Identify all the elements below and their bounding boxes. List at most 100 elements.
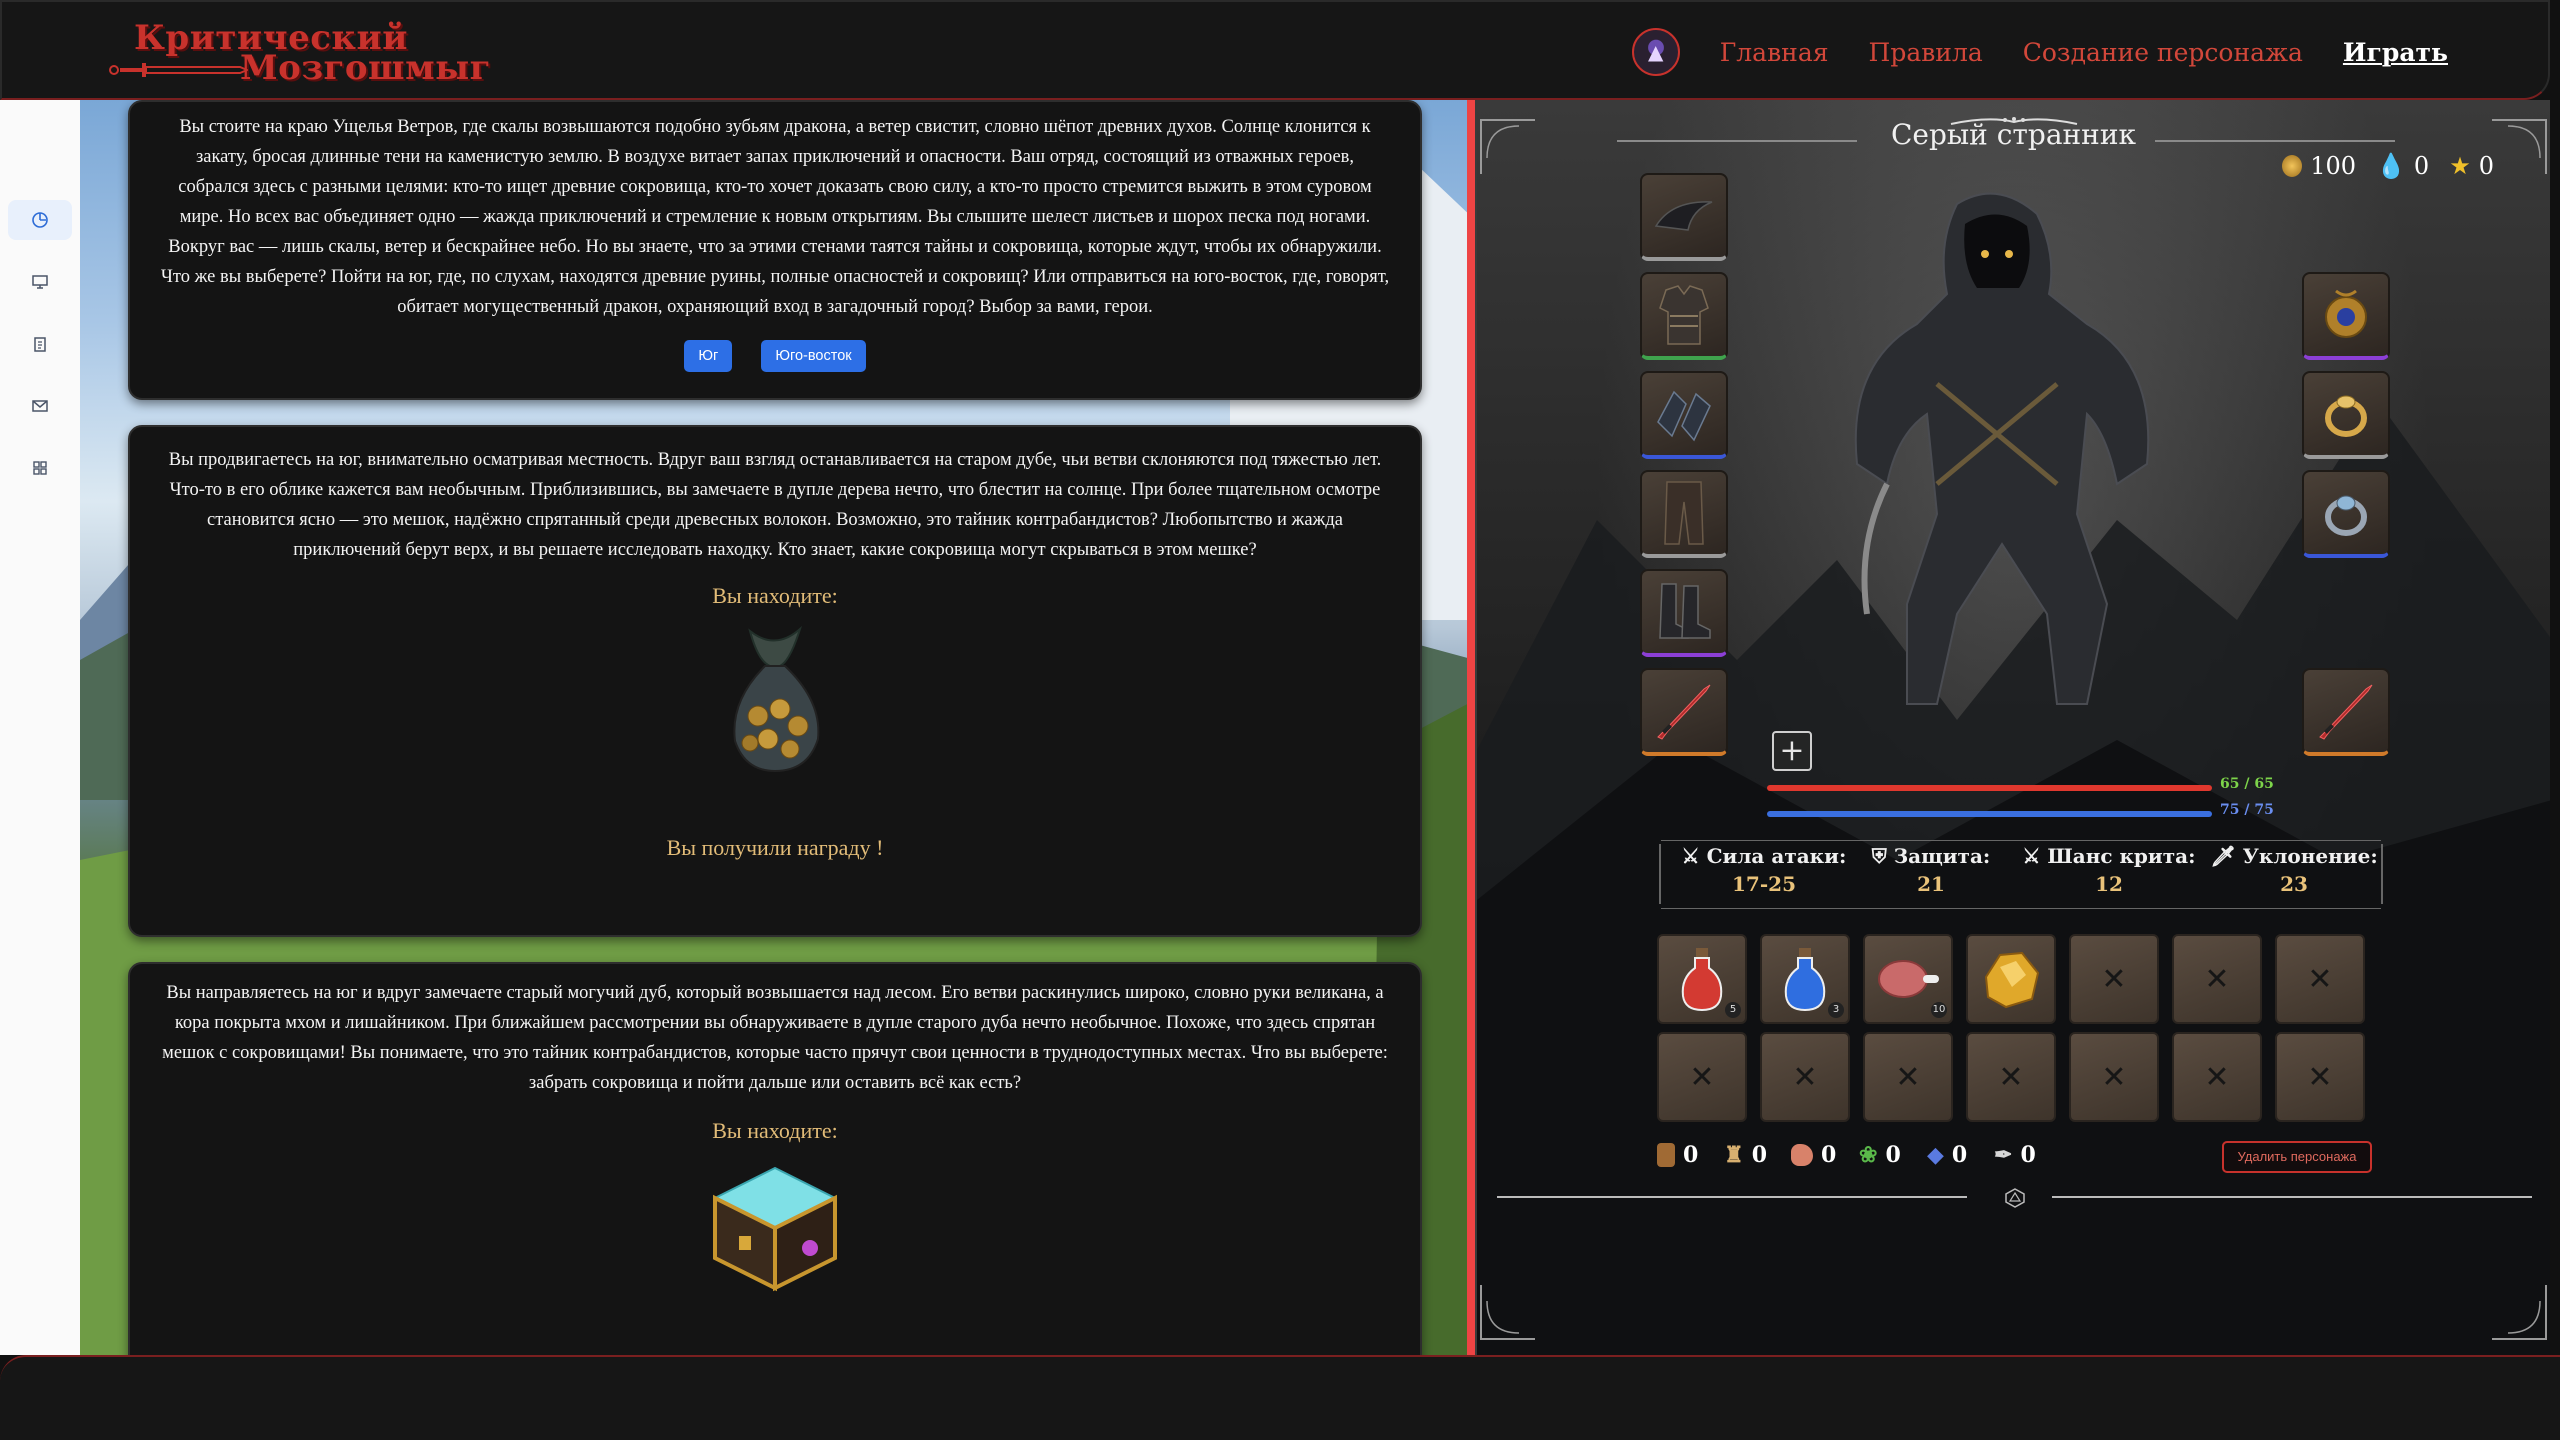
inventory-slot-8[interactable]: ✕ — [1657, 1032, 1747, 1122]
corner-ornament-icon — [2492, 1285, 2547, 1340]
choice-button-south[interactable]: Юг — [684, 340, 733, 372]
hide-icon — [1791, 1144, 1813, 1166]
inventory-slot-10[interactable]: ✕ — [1863, 1032, 1953, 1122]
nav-create-character[interactable]: Создание персонажа — [2023, 38, 2303, 67]
amulet-icon — [2325, 289, 2367, 338]
empty-slot-icon: ✕ — [2204, 961, 2230, 997]
character-panel: Серый странник 100 💧 0 ★ 0 + 65 / 65 75 … — [1475, 100, 2550, 1355]
item-count: 5 — [1725, 1002, 1741, 1018]
resource-hide-value: 0 — [1821, 1142, 1837, 1168]
mana-drop-icon: 💧 — [2376, 152, 2406, 180]
mp-value: 75 / 75 — [2220, 802, 2274, 818]
nav-rules[interactable]: Правила — [1869, 38, 1983, 67]
stats-panel: ⚔ Сила атаки: 17-25 ⛨ Защита: 21 ⚔ Шанс … — [1659, 840, 2383, 909]
red-potion-icon — [1681, 948, 1723, 1012]
stat-attack-label: Сила атаки: — [1706, 844, 1847, 868]
empty-slot-icon: ✕ — [2307, 961, 2333, 997]
mana-amount: 0 — [2413, 152, 2430, 180]
armor-slot[interactable] — [1640, 272, 1728, 360]
gauntlets-icon — [1657, 390, 1711, 442]
empty-slot-icon: ✕ — [1689, 1059, 1715, 1095]
star-amount: 0 — [2478, 152, 2494, 180]
stat-attack-value: 17-25 — [1732, 872, 1796, 896]
empty-slot-icon: ✕ — [2101, 1059, 2127, 1095]
inventory-slot-12[interactable]: ✕ — [2069, 1032, 2159, 1122]
mp-bar — [1767, 811, 2212, 817]
inventory-slot-7[interactable]: ✕ — [2275, 934, 2365, 1024]
choice-button-southeast[interactable]: Юго-восток — [761, 340, 866, 372]
mail-icon[interactable] — [8, 386, 72, 426]
add-equipment-button[interactable]: + — [1772, 731, 1812, 771]
empty-slot-icon: ✕ — [1792, 1059, 1818, 1095]
ring-slot-1[interactable] — [2302, 371, 2390, 459]
stat-defense-label: Защита: — [1893, 844, 1991, 868]
resource-helmet-value: 0 — [1751, 1142, 1768, 1168]
inventory-slot-6[interactable]: ✕ — [2172, 934, 2262, 1024]
logo-line-2: Мозгошмыг — [240, 48, 492, 88]
panel-divider-left — [1497, 1196, 1967, 1198]
corner-ornament-icon — [1480, 1285, 1535, 1340]
stat-evasion-label: Уклонение: — [2242, 844, 2378, 868]
pants-slot[interactable] — [1640, 470, 1728, 558]
inventory-slot-14[interactable]: ✕ — [2275, 1032, 2365, 1122]
inventory-slot-2[interactable]: 3 — [1760, 934, 1850, 1024]
story-text-1: Вы стоите на краю Ущелья Ветров, где ска… — [160, 117, 1390, 317]
blue-potion-icon — [1784, 948, 1826, 1012]
amulet-slot[interactable] — [2302, 272, 2390, 360]
inventory-slot-4[interactable] — [1966, 934, 2056, 1024]
panel-divider-right — [2052, 1196, 2532, 1198]
resource-helmet: ♜ 0 — [1724, 1142, 1767, 1168]
chart-pie-icon[interactable] — [8, 200, 72, 240]
ring-slot-2[interactable] — [2302, 470, 2390, 558]
crossed-swords-icon: ⚔ — [2022, 844, 2041, 868]
boots-icon — [1659, 583, 1711, 639]
weapon-slot-right[interactable] — [2302, 668, 2390, 756]
inventory-slot-5[interactable]: ✕ — [2069, 934, 2159, 1024]
gem-icon: ◆ — [1927, 1142, 1944, 1168]
reward-label: Вы получили награду ! — [666, 835, 884, 860]
monitor-icon[interactable] — [8, 262, 72, 302]
grid-icon[interactable] — [8, 448, 72, 488]
wizard-avatar-icon[interactable]: ▲ — [1631, 28, 1680, 76]
shield-icon: ⛨ — [1871, 844, 1887, 868]
hp-bar — [1767, 785, 2212, 791]
gloves-slot[interactable] — [1640, 371, 1728, 459]
nav-home[interactable]: Главная — [1720, 38, 1829, 67]
resource-herb: ❀ 0 — [1859, 1142, 1901, 1168]
empty-slot-icon: ✕ — [2101, 961, 2127, 997]
nav-play[interactable]: Играть — [2343, 38, 2448, 67]
resource-gem: ◆ 0 — [1927, 1142, 1967, 1168]
inventory-slot-9[interactable]: ✕ — [1760, 1032, 1850, 1122]
feather-icon: ✒ — [1994, 1142, 2013, 1168]
gold-ring-icon — [2325, 395, 2367, 437]
story-card-2: Вы продвигаетесь на юг, внимательно осма… — [128, 425, 1422, 937]
inventory-slot-3[interactable]: 10 — [1863, 934, 1953, 1024]
story-feed[interactable]: Вы стоите на краю Ущелья Ветров, где ска… — [80, 100, 1475, 1355]
dagger-icon: 🗡 — [2210, 844, 2236, 868]
clipboard-icon[interactable] — [8, 324, 72, 364]
gold-amount: 100 — [2310, 152, 2357, 180]
coin-bag-icon — [733, 625, 820, 773]
story-text-3: Вы направляетесь на юг и вдруг замечаете… — [162, 983, 1388, 1093]
gold-ore-icon — [1984, 951, 2040, 1009]
sword-logo-icon — [109, 63, 248, 77]
main-nav: ▲ Главная Правила Создание персонажа Игр… — [1631, 26, 2448, 78]
character-name: Серый странник — [1890, 118, 2137, 151]
site-logo[interactable]: Критический Мозгошмыг — [102, 14, 491, 90]
delete-character-button[interactable]: Удалить персонажа — [2222, 1141, 2372, 1173]
currency-bar: 100 💧 0 ★ 0 — [2282, 152, 2494, 180]
found-label: Вы находите: — [712, 583, 838, 608]
stat-crit: ⚔ Шанс крита: 12 — [2019, 844, 2199, 896]
boots-slot[interactable] — [1640, 569, 1728, 657]
inventory-slot-1[interactable]: 5 — [1657, 934, 1747, 1024]
weapon-slot-left[interactable] — [1640, 668, 1728, 756]
inventory-slot-11[interactable]: ✕ — [1966, 1032, 2056, 1122]
stat-evasion: 🗡 Уклонение: 23 — [2209, 844, 2379, 896]
gold-coins-icon — [2282, 155, 2303, 177]
leather-armor-icon — [1659, 285, 1709, 345]
inventory-slot-13[interactable]: ✕ — [2172, 1032, 2262, 1122]
story-card-3: Вы направляетесь на юг и вдруг замечаете… — [128, 962, 1422, 1355]
herb-icon: ❀ — [1859, 1142, 1878, 1168]
helmet-slot[interactable] — [1640, 173, 1728, 261]
star-icon: ★ — [2449, 152, 2471, 180]
